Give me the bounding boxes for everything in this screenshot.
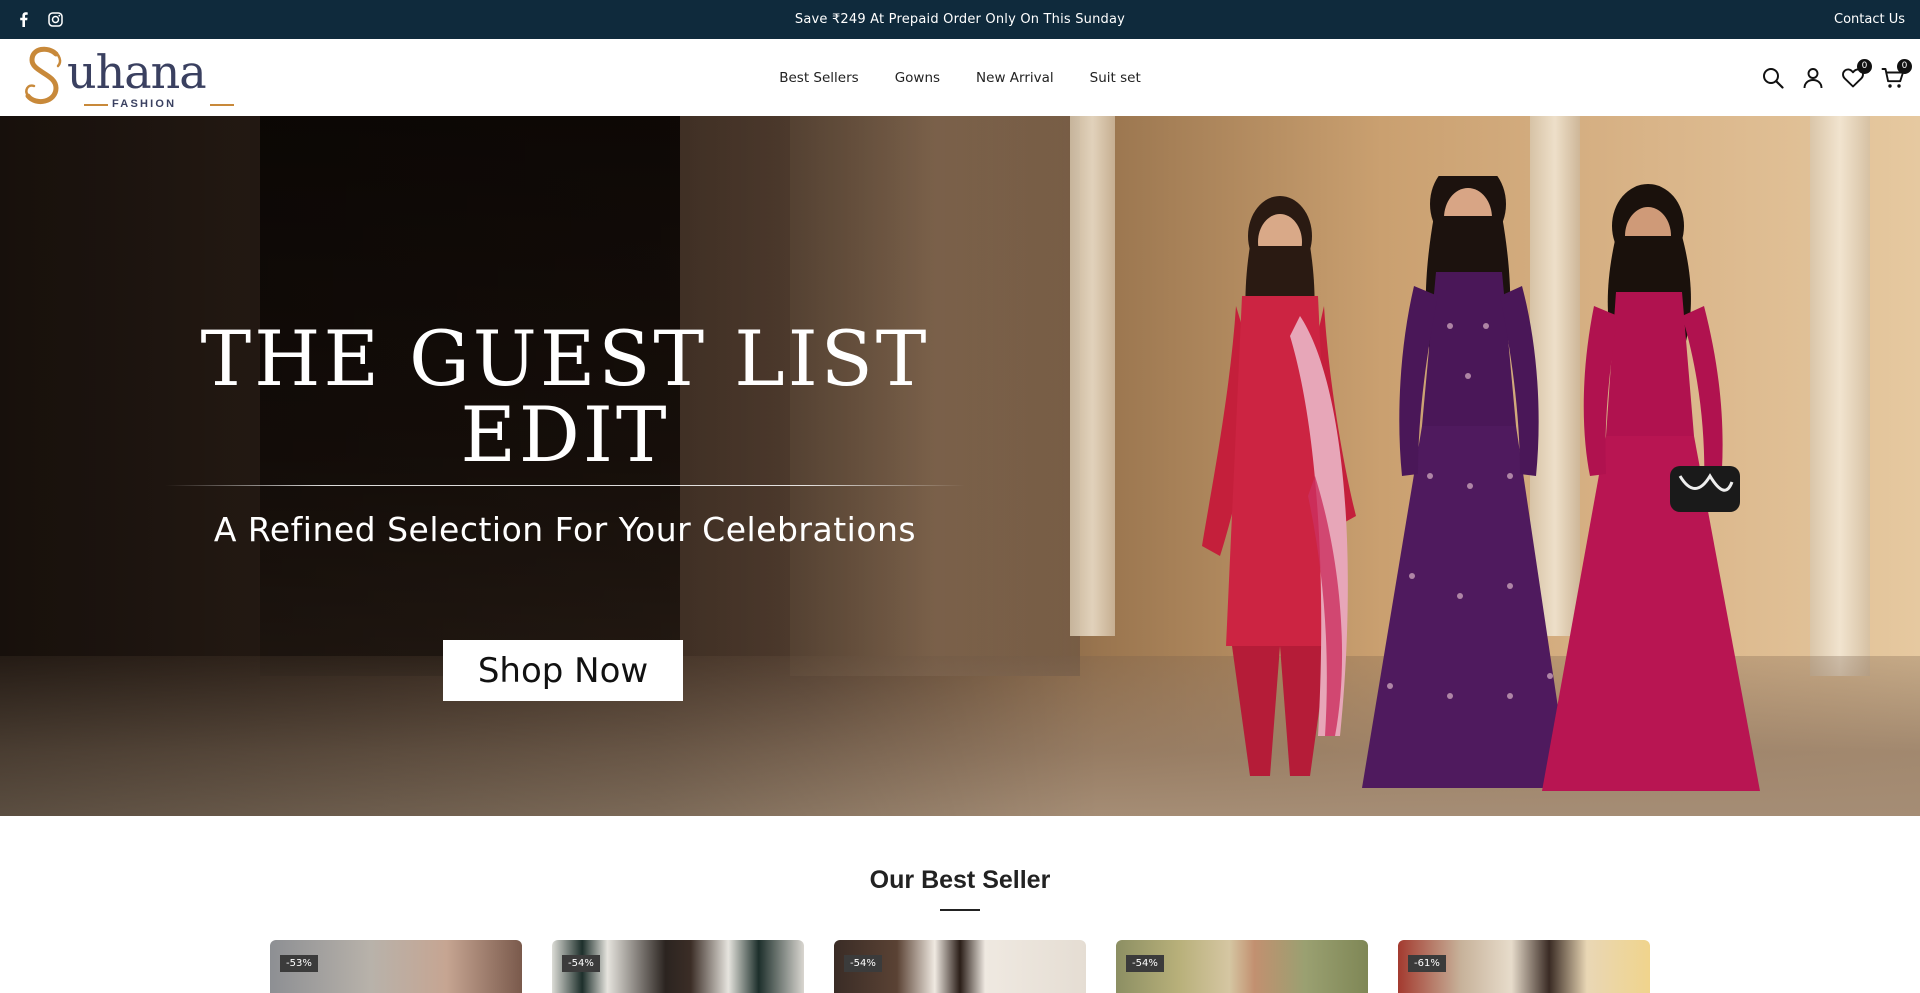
brand-logo[interactable]: uhana FASHION — [22, 44, 234, 112]
discount-badge: -53% — [280, 955, 318, 972]
logo-s-mark — [25, 46, 62, 105]
hero-divider — [165, 485, 965, 486]
discount-badge: -54% — [1126, 955, 1164, 972]
wishlist-button[interactable]: 0 — [1840, 58, 1872, 91]
hero-title: THE GUEST LIST EDIT — [200, 314, 930, 479]
cart-button[interactable]: 0 — [1880, 58, 1912, 91]
social-links — [14, 0, 64, 39]
best-seller-title-rule — [940, 909, 980, 911]
product-card[interactable]: -54% — [834, 940, 1086, 993]
product-card[interactable]: -54% — [1116, 940, 1368, 993]
logo-rule-left — [84, 104, 108, 106]
model-red-suit — [1202, 196, 1356, 776]
main-nav: Best Sellers Gowns New Arrival Suit set — [0, 39, 1920, 116]
site-header: uhana FASHION Best Sellers Gowns New Arr… — [0, 39, 1920, 116]
hero-subtitle: A Refined Selection For Your Celebration… — [213, 510, 917, 549]
user-icon[interactable] — [1800, 65, 1826, 91]
contact-us-link[interactable]: Contact Us — [1834, 0, 1905, 39]
product-card[interactable]: -54% — [552, 940, 804, 993]
logo-rule-right — [210, 104, 234, 106]
hero-bg-pillar — [1810, 116, 1870, 676]
best-seller-title: Our Best Seller — [869, 866, 1051, 894]
search-icon[interactable] — [1760, 65, 1786, 91]
shop-now-button[interactable]: Shop Now — [443, 640, 683, 701]
facebook-icon[interactable] — [14, 11, 32, 29]
discount-badge: -54% — [562, 955, 600, 972]
hero-banner: THE GUEST LIST EDIT A Refined Selection … — [0, 116, 1920, 816]
nav-best-sellers[interactable]: Best Sellers — [779, 70, 858, 86]
cart-count-badge: 0 — [1897, 58, 1912, 74]
nav-gowns[interactable]: Gowns — [895, 70, 940, 86]
wishlist-count-badge: 0 — [1857, 58, 1872, 74]
product-card[interactable]: -61% — [1398, 940, 1650, 993]
nav-new-arrival[interactable]: New Arrival — [976, 70, 1054, 86]
best-seller-products: -53% -54% -54% -54% -61% — [270, 940, 1650, 993]
hero-models-image — [1202, 176, 1760, 791]
nav-suit-set[interactable]: Suit set — [1090, 70, 1141, 86]
announcement-message: Save ₹249 At Prepaid Order Only On This … — [794, 12, 1126, 27]
announcement-bar: Save ₹249 At Prepaid Order Only On This … — [0, 0, 1920, 39]
model-purple-gown — [1362, 176, 1570, 788]
discount-badge: -54% — [844, 955, 882, 972]
logo-subtitle: FASHION — [112, 98, 177, 110]
instagram-icon[interactable] — [46, 11, 64, 29]
header-actions: 0 0 — [1760, 39, 1912, 116]
hero-text-block: THE GUEST LIST EDIT A Refined Selection … — [120, 321, 1010, 549]
logo-wordmark: uhana — [67, 45, 207, 99]
model-magenta-gown — [1542, 184, 1760, 791]
discount-badge: -61% — [1408, 955, 1446, 972]
product-card[interactable]: -53% — [270, 940, 522, 993]
